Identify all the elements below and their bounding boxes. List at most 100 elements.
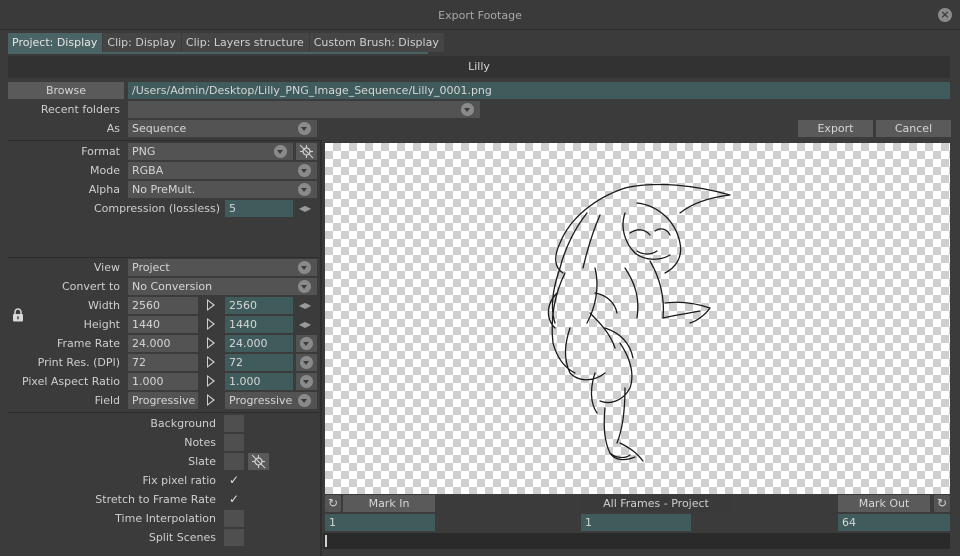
- chevron-down-icon: [298, 261, 311, 274]
- divider: [8, 257, 320, 258]
- recent-folders-dropdown[interactable]: [128, 101, 480, 118]
- print-res-source-field: 72: [128, 354, 198, 371]
- close-icon[interactable]: ×: [938, 8, 952, 22]
- arrow-right-icon: [207, 318, 215, 330]
- format-value: PNG: [132, 145, 156, 158]
- width-source-field: 2560: [128, 297, 198, 314]
- tab-project-display[interactable]: Project: Display: [8, 33, 104, 52]
- convert-to-label: Convert to: [61, 280, 120, 293]
- chevron-down-icon: [298, 183, 311, 196]
- width-stepper-icon[interactable]: ◀▶: [298, 297, 312, 314]
- frame-rate-dropdown[interactable]: [296, 335, 317, 352]
- path-field[interactable]: /Users/Admin/Desktop/Lilly_PNG_Image_Seq…: [128, 82, 950, 99]
- chevron-down-icon: [298, 164, 311, 177]
- as-value: Sequence: [132, 122, 187, 135]
- notes-label: Notes: [184, 436, 216, 449]
- pixel-aspect-source-field: 1.000: [128, 373, 198, 390]
- mark-out-field[interactable]: 64: [838, 514, 950, 531]
- browse-button[interactable]: Browse: [8, 82, 124, 99]
- stretch-to-frame-rate-label: Stretch to Frame Rate: [95, 493, 216, 506]
- preview-canvas: [325, 143, 950, 494]
- format-dropdown[interactable]: PNG: [128, 143, 293, 160]
- background-checkbox[interactable]: [224, 415, 244, 432]
- time-interpolation-checkbox[interactable]: [224, 510, 244, 527]
- panel-divider: [320, 140, 322, 556]
- width-label: Width: [88, 299, 120, 312]
- convert-to-dropdown[interactable]: No Conversion: [128, 278, 317, 295]
- height-stepper-icon[interactable]: ◀▶: [298, 316, 312, 333]
- arrow-right-icon: [207, 394, 215, 406]
- split-scenes-label: Split Scenes: [148, 531, 216, 544]
- mark-out-button[interactable]: Mark Out: [838, 495, 930, 512]
- frame-rate-target-field[interactable]: 24.000: [225, 335, 293, 352]
- field-target-dropdown[interactable]: Progressive: [225, 392, 317, 409]
- pixel-aspect-target-field[interactable]: 1.000: [225, 373, 293, 390]
- fix-pixel-ratio-label: Fix pixel ratio: [142, 474, 216, 487]
- slate-settings-button[interactable]: [248, 453, 269, 470]
- view-label: View: [93, 261, 120, 274]
- tab-custom-brush-display[interactable]: Custom Brush: Display: [309, 33, 445, 52]
- view-dropdown[interactable]: Project: [128, 259, 317, 276]
- height-target-field[interactable]: 1440: [225, 316, 293, 333]
- chevron-down-icon: [461, 103, 474, 116]
- slate-checkbox[interactable]: [224, 453, 244, 470]
- pixel-aspect-label: Pixel Aspect Ratio: [21, 375, 120, 388]
- export-button[interactable]: Export: [798, 120, 873, 137]
- slate-label: Slate: [188, 455, 216, 468]
- width-target-field[interactable]: 2560: [225, 297, 293, 314]
- divider: [8, 412, 320, 413]
- chevron-down-icon: [300, 337, 313, 350]
- mode-value: RGBA: [132, 164, 164, 177]
- stretch-to-frame-rate-checkbox[interactable]: ✓: [224, 491, 244, 508]
- mark-in-field[interactable]: 1: [325, 514, 435, 531]
- settings-icon: [299, 144, 314, 159]
- pixel-aspect-dropdown[interactable]: [296, 373, 317, 390]
- chevron-down-icon: [298, 122, 311, 135]
- field-target-value: Progressive: [229, 394, 293, 407]
- background-label: Background: [150, 417, 216, 430]
- print-res-target-field[interactable]: 72: [225, 354, 293, 371]
- character-sketch: [547, 183, 731, 462]
- mode-label: Mode: [90, 164, 120, 177]
- mark-in-button[interactable]: Mark In: [343, 495, 435, 512]
- print-res-label: Print Res. (DPI): [37, 356, 120, 369]
- tab-underline: [8, 52, 428, 54]
- mode-dropdown[interactable]: RGBA: [128, 162, 317, 179]
- recent-folders-label: Recent folders: [40, 103, 120, 116]
- frame-rate-label: Frame Rate: [57, 337, 120, 350]
- split-scenes-checkbox[interactable]: [224, 529, 244, 546]
- print-res-dropdown[interactable]: [296, 354, 317, 371]
- arrow-right-icon: [207, 356, 215, 368]
- refresh-mark-out-icon[interactable]: ↻: [934, 495, 950, 512]
- timeline-cursor[interactable]: [325, 535, 327, 547]
- compression-stepper-icon[interactable]: ◀▶: [298, 200, 312, 217]
- window-title: Export Footage: [438, 9, 522, 22]
- refresh-mark-in-icon[interactable]: ↻: [325, 495, 341, 512]
- tab-clip-layers-structure[interactable]: Clip: Layers structure: [181, 33, 310, 52]
- chevron-down-icon: [274, 145, 287, 158]
- format-label: Format: [81, 145, 120, 158]
- as-dropdown[interactable]: Sequence: [128, 120, 317, 137]
- clip-name-header: Lilly: [8, 56, 950, 78]
- tab-bar: Project: Display Clip: Display Clip: Lay…: [8, 33, 445, 52]
- all-frames-label: All Frames - Project: [581, 495, 731, 512]
- tab-clip-display[interactable]: Clip: Display: [103, 33, 182, 52]
- fix-pixel-ratio-checkbox[interactable]: ✓: [224, 472, 244, 489]
- all-frames-field[interactable]: 1: [581, 514, 691, 531]
- settings-icon: [251, 454, 266, 469]
- timeline-scrubber[interactable]: [323, 533, 950, 549]
- notes-checkbox[interactable]: [224, 434, 244, 451]
- arrow-right-icon: [207, 375, 215, 387]
- arrow-right-icon: [207, 299, 215, 311]
- convert-to-value: No Conversion: [132, 280, 213, 293]
- alpha-dropdown[interactable]: No PreMult.: [128, 181, 317, 198]
- chevron-down-icon: [298, 280, 311, 293]
- format-settings-button[interactable]: [296, 143, 317, 160]
- field-source-field: Progressive: [128, 392, 198, 409]
- divider: [8, 140, 320, 141]
- title-bar: Export Footage ×: [0, 0, 960, 30]
- field-label: Field: [94, 394, 120, 407]
- alpha-value: No PreMult.: [132, 183, 196, 196]
- cancel-button[interactable]: Cancel: [876, 120, 951, 137]
- compression-field[interactable]: 5: [225, 200, 293, 217]
